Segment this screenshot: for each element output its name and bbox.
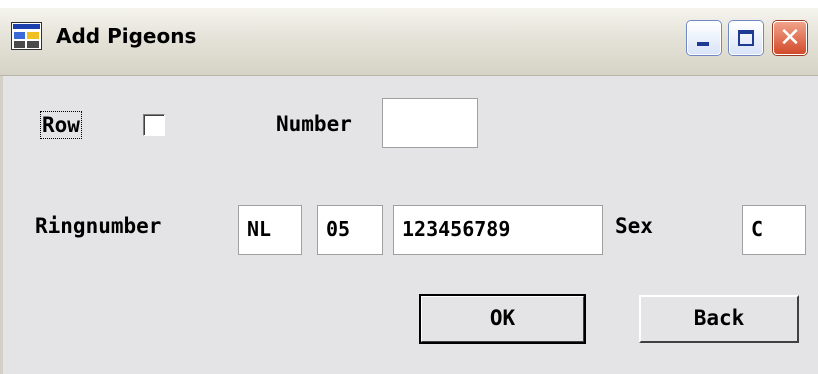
back-button[interactable]: Back: [639, 295, 799, 343]
close-button[interactable]: ✕: [773, 21, 807, 55]
ok-button[interactable]: OK: [419, 294, 586, 344]
row-checkbox[interactable]: [143, 114, 165, 136]
title-bar[interactable]: Add Pigeons ✕: [0, 8, 818, 76]
number-label: Number: [276, 112, 352, 136]
minimize-button[interactable]: [687, 21, 721, 55]
close-icon: ✕: [779, 23, 801, 53]
maximize-icon: [738, 30, 754, 46]
ringnumber-label: Ringnumber: [35, 214, 162, 238]
add-pigeons-window: Add Pigeons ✕ Row Number Ringnumber NL 0…: [0, 0, 818, 374]
ring-country-field[interactable]: NL: [238, 205, 302, 255]
minimize-icon: [697, 42, 709, 46]
sex-label: Sex: [615, 214, 653, 238]
app-icon[interactable]: [11, 22, 42, 50]
ring-number-field[interactable]: 123456789: [393, 205, 603, 255]
window-title: Add Pigeons: [56, 24, 197, 48]
maximize-button[interactable]: [729, 21, 763, 55]
number-field[interactable]: [382, 98, 478, 148]
sex-field[interactable]: C: [742, 205, 806, 255]
row-label[interactable]: Row: [40, 111, 82, 139]
ring-year-field[interactable]: 05: [317, 205, 383, 255]
dialog-body: Row Number Ringnumber NL 05 123456789 Se…: [0, 76, 818, 374]
